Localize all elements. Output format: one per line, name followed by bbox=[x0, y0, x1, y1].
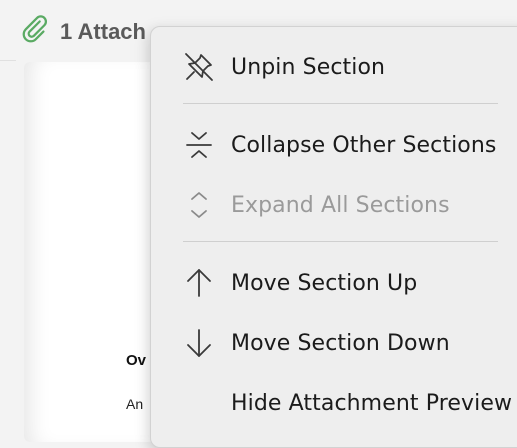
arrow-up-icon bbox=[181, 265, 217, 301]
menu-separator bbox=[183, 103, 498, 104]
section-context-menu: Unpin Section Collapse Other Sections Ex… bbox=[150, 26, 517, 448]
menu-item-expand-all-sections[interactable]: Expand All Sections bbox=[181, 185, 450, 225]
attachments-header[interactable]: 1 Attach bbox=[20, 14, 146, 50]
attachments-count-label: 1 Attach bbox=[60, 19, 146, 44]
menu-item-move-section-up[interactable]: Move Section Up bbox=[181, 263, 417, 303]
menu-separator bbox=[183, 241, 498, 242]
paperclip-icon bbox=[20, 14, 50, 50]
menu-item-label: Move Section Down bbox=[231, 330, 450, 356]
arrow-down-icon bbox=[181, 325, 217, 361]
menu-item-label: Expand All Sections bbox=[231, 192, 450, 218]
blank-icon bbox=[181, 385, 217, 421]
unpin-icon bbox=[181, 49, 217, 85]
menu-item-label: Collapse Other Sections bbox=[231, 132, 497, 158]
menu-item-label: Unpin Section bbox=[231, 54, 386, 80]
menu-item-collapse-other-sections[interactable]: Collapse Other Sections bbox=[181, 125, 496, 165]
menu-item-hide-attachment-preview[interactable]: Hide Attachment Preview bbox=[181, 383, 512, 423]
menu-item-label: Move Section Up bbox=[231, 270, 418, 296]
collapse-icon bbox=[181, 127, 217, 163]
menu-item-unpin-section[interactable]: Unpin Section bbox=[181, 47, 385, 87]
menu-item-label: Hide Attachment Preview bbox=[231, 390, 513, 416]
menu-item-move-section-down[interactable]: Move Section Down bbox=[181, 323, 450, 363]
preview-heading: Ov bbox=[126, 352, 147, 369]
expand-icon bbox=[181, 187, 217, 223]
header-divider bbox=[0, 60, 16, 61]
